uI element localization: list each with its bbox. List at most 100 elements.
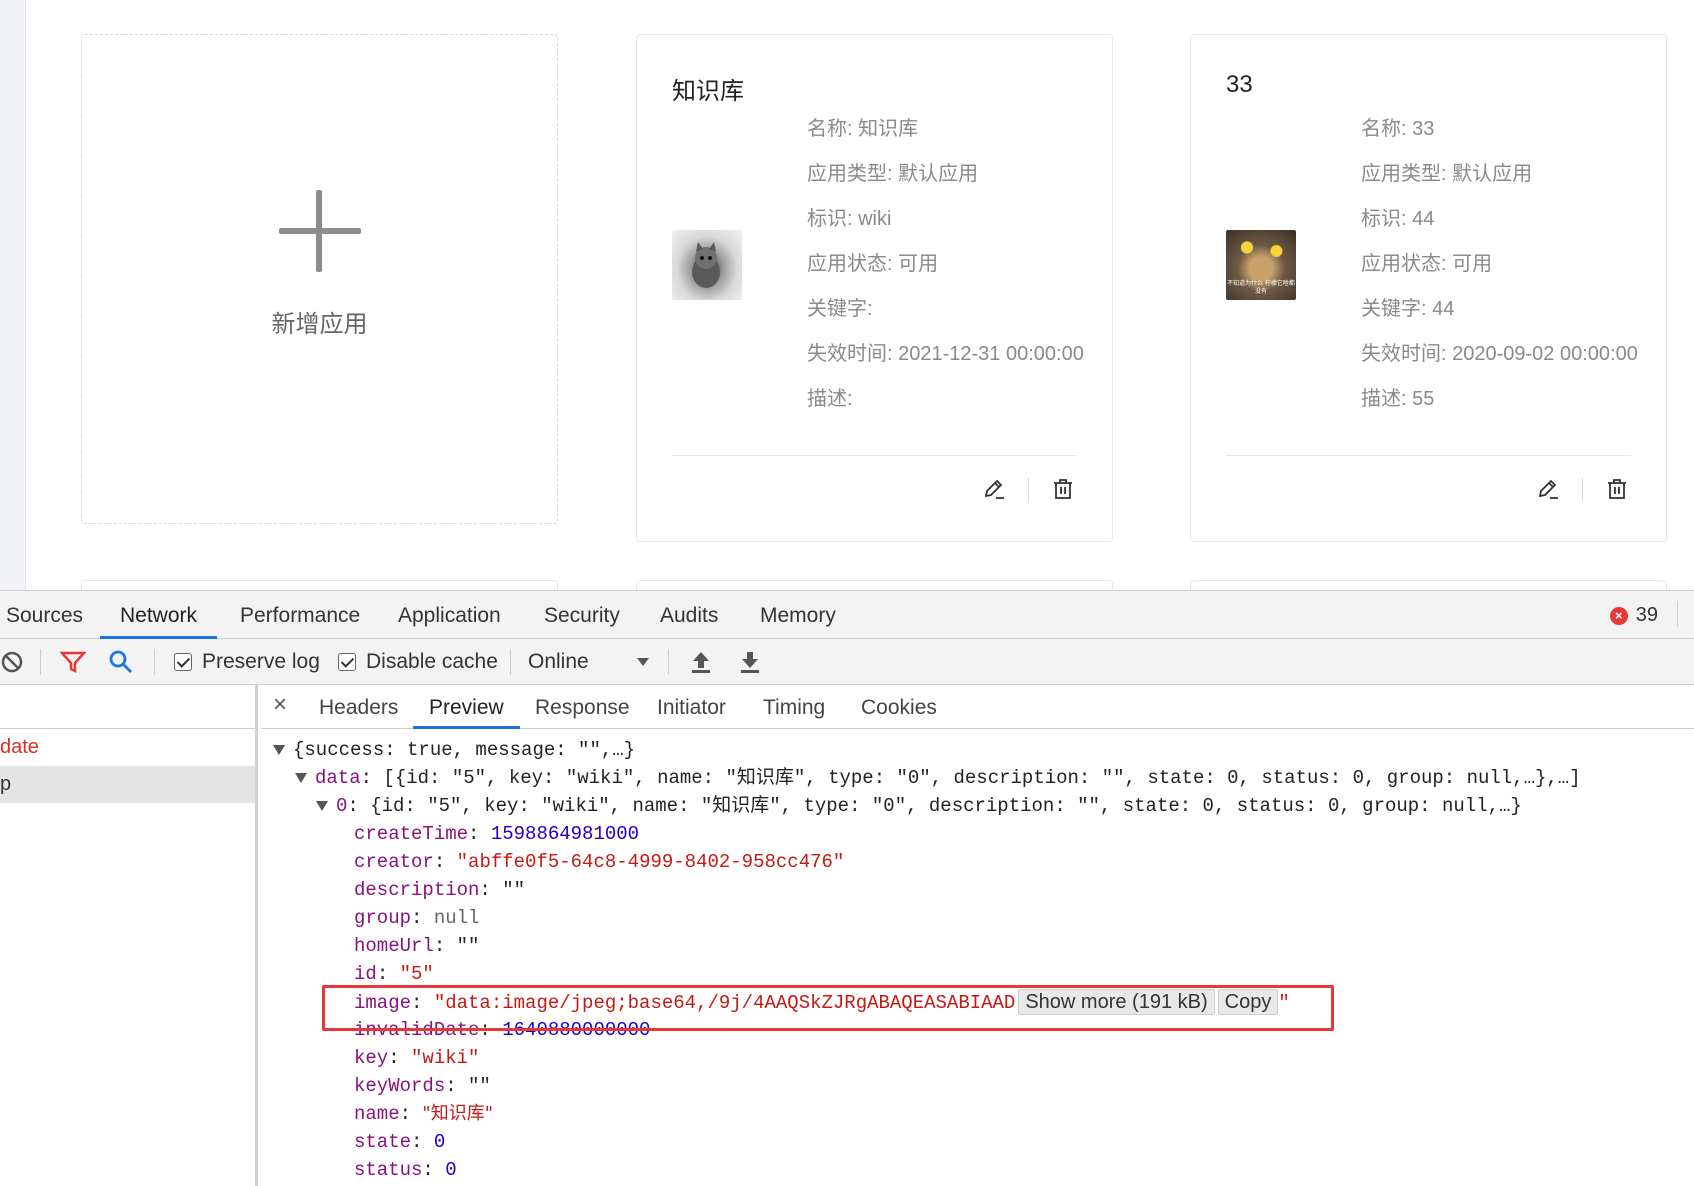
json-key: homeUrl — [354, 935, 434, 957]
json-value: 0 — [445, 1159, 457, 1181]
clear-icon[interactable] — [0, 639, 24, 685]
tab-audits[interactable]: Audits — [640, 591, 738, 639]
error-counter[interactable]: × 39 — [1609, 604, 1658, 627]
json-field-row[interactable]: status: 0 — [354, 1157, 457, 1183]
json-field-row[interactable]: group: null — [354, 905, 479, 931]
json-field-row[interactable]: key: "wiki" — [354, 1045, 479, 1071]
json-field-row[interactable]: description: "" — [354, 877, 525, 903]
throttling-select[interactable]: Online — [528, 639, 649, 685]
json-field-row[interactable]: invalidDate: 1640880000000 — [354, 1017, 650, 1043]
tab-memory[interactable]: Memory — [740, 591, 856, 639]
request-detail: × Headers Preview Response Initiator Tim… — [261, 685, 1694, 1186]
edit-icon[interactable] — [980, 475, 1008, 503]
tab-initiator[interactable]: Initiator — [641, 685, 742, 729]
add-app-card[interactable]: 新增应用 — [81, 34, 558, 524]
tab-preview[interactable]: Preview — [413, 685, 520, 729]
json-field-row[interactable]: homeUrl: "" — [354, 933, 479, 959]
upload-icon[interactable] — [690, 639, 712, 685]
tab-sources[interactable]: Sources — [0, 591, 103, 639]
toolbar-separator — [154, 649, 155, 675]
json-key: state — [354, 1131, 412, 1153]
json-key: data — [315, 767, 361, 789]
json-value: 1598864981000 — [490, 823, 640, 845]
json-field-row[interactable]: name: "知识库" — [354, 1101, 493, 1127]
toolbar-separator — [40, 649, 41, 675]
action-separator — [1582, 477, 1583, 501]
json-value: "wiki" — [411, 1047, 480, 1069]
tab-cookies[interactable]: Cookies — [845, 685, 953, 729]
field-invalid-date: 失效时间: 2020-09-02 00:00:00 — [1361, 343, 1638, 365]
json-value: null — [433, 907, 480, 929]
detail-tab-bar: × Headers Preview Response Initiator Tim… — [261, 685, 1694, 729]
tab-application[interactable]: Application — [378, 591, 521, 639]
tab-headers[interactable]: Headers — [303, 685, 414, 729]
search-icon[interactable] — [108, 639, 134, 685]
disable-cache-checkbox[interactable]: Disable cache — [338, 639, 498, 685]
checkbox-checked-icon — [174, 653, 192, 671]
json-value: "" — [468, 1075, 491, 1097]
field-key: 标识: 44 — [1361, 208, 1435, 230]
toolbar-separator — [510, 649, 511, 675]
field-invalid-date: 失效时间: 2021-12-31 00:00:00 — [807, 343, 1084, 365]
devtools-tab-bar: Sources Network Performance Application … — [0, 591, 1694, 639]
copy-button[interactable]: Copy — [1217, 989, 1279, 1015]
json-value: 0 — [433, 1131, 446, 1153]
kitten-image — [672, 230, 742, 300]
json-key: invalidDate — [354, 1019, 480, 1041]
json-value: "abffe0f5-64c8-4999-8402-958cc476" — [456, 851, 845, 873]
field-description: 描述: 55 — [1361, 388, 1435, 410]
field-description: 描述: — [807, 388, 853, 410]
json-value: "data:image/jpeg;base64,/9j/4AAQSkZJRgAB… — [433, 992, 1016, 1014]
close-icon[interactable]: × — [273, 691, 287, 719]
tab-timing[interactable]: Timing — [747, 685, 841, 729]
preserve-log-checkbox[interactable]: Preserve log — [174, 639, 320, 685]
trash-icon[interactable] — [1603, 475, 1631, 503]
json-item-row[interactable]: 0: {id: "5", key: "wiki", name: "知识库", t… — [316, 793, 1522, 819]
tab-network[interactable]: Network — [100, 591, 218, 639]
expand-triangle-icon — [295, 772, 307, 783]
field-name: 名称: 33 — [1361, 118, 1435, 140]
toolbar-separator — [1677, 601, 1678, 627]
json-key: description — [354, 879, 480, 901]
tab-response[interactable]: Response — [519, 685, 646, 729]
app-card: 33 不知道为什么 柠檬它啥都没有 名称: 33 应用类型: 默认应用 标识: … — [1190, 34, 1667, 542]
json-key: creator — [354, 851, 434, 873]
card-divider — [672, 455, 1077, 456]
app-field-list: 名称: 33 应用类型: 默认应用 标识: 44 应用状态: 可用 关键字: 4… — [1361, 117, 1641, 432]
tab-security[interactable]: Security — [524, 591, 640, 639]
field-keywords: 关键字: 44 — [1361, 298, 1455, 320]
trash-icon[interactable] — [1049, 475, 1077, 503]
json-value: 1640880000000 — [502, 1019, 651, 1041]
request-list-header — [0, 685, 255, 729]
tab-performance[interactable]: Performance — [220, 591, 380, 639]
json-key: group — [354, 907, 412, 929]
request-row[interactable]: date — [0, 729, 255, 766]
json-key: keyWords — [354, 1075, 446, 1097]
edit-icon[interactable] — [1534, 475, 1562, 503]
show-more-button[interactable]: Show more (191 kB) — [1018, 989, 1215, 1015]
plus-icon — [278, 189, 361, 272]
expand-triangle-icon — [273, 744, 285, 755]
app-card: 知识库 名称: 知识库 应用类型: 默认应用 标识: wiki 应用状态: 可用… — [636, 34, 1113, 542]
filter-icon[interactable] — [60, 639, 86, 685]
download-icon[interactable] — [739, 639, 761, 685]
app-card-title: 33 — [1226, 71, 1253, 98]
json-value: "5" — [399, 963, 434, 985]
request-row[interactable]: p — [0, 766, 255, 803]
json-field-row-image[interactable]: image: "data:image/jpeg;base64,/9j/4AAQS… — [354, 989, 1290, 1015]
app-card-title: 知识库 — [672, 78, 744, 105]
json-data-row[interactable]: data: [{id: "5", key: "wiki", name: "知识库… — [295, 765, 1581, 791]
json-closing-quote: " — [1278, 992, 1290, 1014]
json-field-row[interactable]: state: 0 — [354, 1129, 445, 1155]
preserve-log-label: Preserve log — [202, 650, 320, 673]
json-root-row[interactable]: {success: true, message: "",…} — [273, 737, 635, 763]
json-key: key — [354, 1047, 389, 1069]
json-field-row[interactable]: keyWords: "" — [354, 1073, 491, 1099]
json-data-summary: [{id: "5", key: "wiki", name: "知识库", typ… — [383, 767, 1581, 789]
json-field-row[interactable]: createTime: 1598864981000 — [354, 821, 639, 847]
field-keywords: 关键字: — [807, 298, 873, 320]
json-value: "" — [456, 935, 480, 957]
throttling-value: Online — [528, 650, 589, 673]
json-field-row[interactable]: creator: "abffe0f5-64c8-4999-8402-958cc4… — [354, 849, 844, 875]
json-field-row[interactable]: id: "5" — [354, 961, 434, 987]
